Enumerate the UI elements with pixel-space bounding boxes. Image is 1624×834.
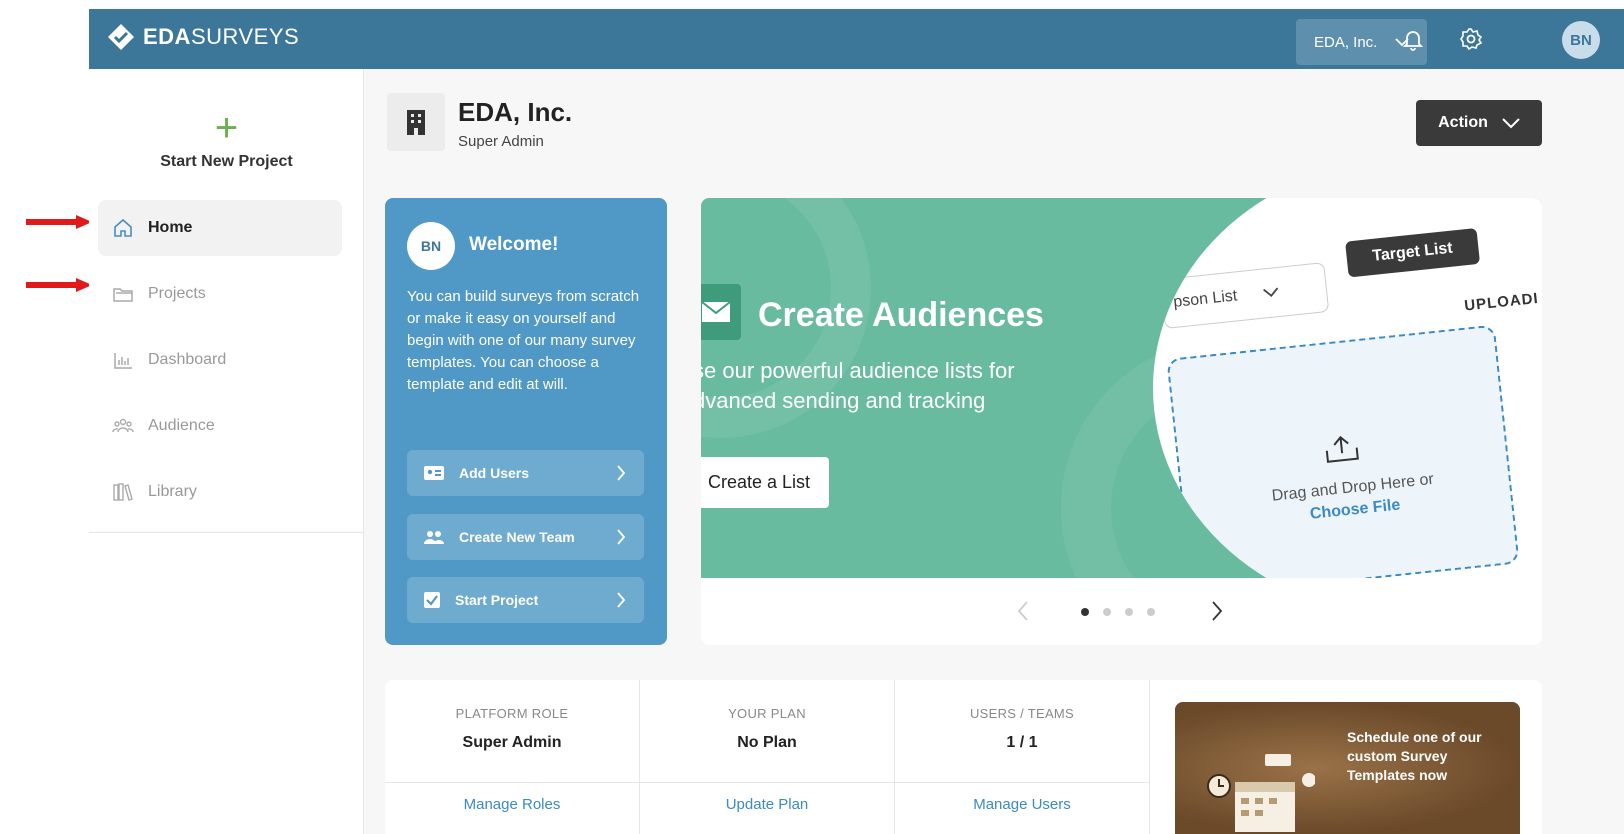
stats-panel: PLATFORM ROLE Super Admin Manage Roles Y… <box>385 680 1542 834</box>
logo-diamond-icon <box>108 24 134 50</box>
create-list-button[interactable]: Create a List <box>701 457 829 508</box>
sidebar-item-projects[interactable]: Projects <box>98 266 342 322</box>
sidebar-item-label: Library <box>148 483 197 500</box>
org-name: EDA, Inc. <box>458 97 573 127</box>
upload-heading: UPLOADI <box>1463 289 1540 315</box>
org-selector-label: EDA, Inc. <box>1314 33 1378 51</box>
start-new-project-button[interactable]: + Start New Project <box>89 106 364 171</box>
target-list-tag: Target List <box>1345 227 1481 278</box>
list-select-text: pson List <box>1172 287 1239 311</box>
chevron-right-icon <box>617 465 626 481</box>
upload-tray-icon <box>1325 435 1359 463</box>
chevron-down-icon <box>1502 117 1520 128</box>
annotation-arrow-home <box>26 215 92 229</box>
brand-logo[interactable]: EDASURVEYS <box>107 23 299 51</box>
add-users-button[interactable]: Add Users <box>407 450 644 496</box>
stat-users-teams: USERS / TEAMS 1 / 1 Manage Users <box>895 680 1150 834</box>
carousel-dots <box>1081 608 1155 616</box>
carousel-dot[interactable] <box>1147 608 1155 616</box>
welcome-text: You can build surveys from scratch or ma… <box>407 288 640 393</box>
create-new-team-label: Create New Team <box>459 529 575 545</box>
start-new-project-label: Start New Project <box>160 153 293 170</box>
feature-carousel: Create Audiences se our powerful audienc… <box>701 198 1542 645</box>
promo-text: Schedule one of our custom Survey Templa… <box>1347 729 1482 783</box>
home-icon <box>114 218 132 237</box>
gear-icon[interactable] <box>1459 27 1483 51</box>
carousel-dot[interactable] <box>1125 608 1133 616</box>
checkbox-icon <box>424 592 440 608</box>
welcome-card: BN Welcome! You can build surveys from s… <box>385 198 667 645</box>
stat-value: Super Admin <box>462 734 562 751</box>
sidebar-item-audience[interactable]: Audience <box>98 398 342 454</box>
chevron-down-icon <box>1263 287 1279 298</box>
bell-icon[interactable] <box>1401 27 1425 51</box>
stat-divider <box>895 782 1149 783</box>
schedule-templates-promo[interactable]: Schedule one of our custom Survey Templa… <box>1175 702 1520 834</box>
chevron-right-icon[interactable] <box>1211 600 1223 622</box>
id-card-icon <box>424 466 444 480</box>
chevron-left-icon[interactable] <box>1017 600 1029 622</box>
welcome-avatar: BN <box>407 222 455 270</box>
slide-subtitle: se our powerful audience lists for dvanc… <box>701 358 1015 413</box>
manage-users-link[interactable]: Manage Users <box>895 796 1149 813</box>
stat-value: No Plan <box>737 734 797 751</box>
list-select-illustration: pson List <box>1159 262 1330 330</box>
chevron-right-icon <box>617 529 626 545</box>
carousel-dot[interactable] <box>1103 608 1111 616</box>
add-users-label: Add Users <box>459 465 530 481</box>
welcome-title: Welcome! <box>469 234 559 255</box>
drop-text: Drag and Drop Here or Choose File <box>1242 466 1465 533</box>
user-avatar[interactable]: BN <box>1562 21 1600 59</box>
stat-value: 1 / 1 <box>1006 734 1038 751</box>
sidebar: + Start New Project Home Projects Dashbo… <box>89 69 364 834</box>
carousel-nav <box>701 578 1542 645</box>
brand-name: EDASURVEYS <box>143 24 300 49</box>
chevron-right-icon <box>617 592 626 608</box>
stat-divider <box>640 782 894 783</box>
stat-your-plan: YOUR PLAN No Plan Update Plan <box>640 680 895 834</box>
plus-icon: + <box>214 106 239 150</box>
action-label: Action <box>1438 114 1488 131</box>
start-project-button[interactable]: Start Project <box>407 577 644 623</box>
action-button[interactable]: Action <box>1416 100 1542 146</box>
start-project-label: Start Project <box>455 592 539 608</box>
create-new-team-button[interactable]: Create New Team <box>407 514 644 560</box>
sidebar-item-dashboard[interactable]: Dashboard <box>98 332 342 388</box>
slide-title: Create Audiences <box>758 296 1044 334</box>
bar-chart-icon <box>114 353 132 369</box>
building-icon <box>387 93 445 151</box>
manage-roles-link[interactable]: Manage Roles <box>385 796 639 813</box>
sidebar-item-library[interactable]: Library <box>98 464 342 520</box>
carousel-dot[interactable] <box>1081 608 1089 616</box>
stat-label: USERS / TEAMS <box>969 706 1075 721</box>
sidebar-item-label: Projects <box>148 285 206 302</box>
sidebar-item-label: Audience <box>148 417 215 434</box>
carousel-slide: Create Audiences se our powerful audienc… <box>701 198 1542 578</box>
update-plan-link[interactable]: Update Plan <box>640 796 894 813</box>
stat-platform-role: PLATFORM ROLE Super Admin Manage Roles <box>385 680 640 834</box>
sidebar-item-home[interactable]: Home <box>98 200 342 256</box>
sidebar-item-label: Dashboard <box>148 351 227 368</box>
upload-illustration: pson List Target List UPLOADI Drag and D… <box>1153 198 1542 578</box>
drop-zone-illustration: Drag and Drop Here or Choose File <box>1166 324 1520 578</box>
sidebar-divider <box>89 532 364 533</box>
annotation-arrow-projects <box>26 278 92 292</box>
people-icon <box>112 418 134 433</box>
calendar-illustration-icon <box>1207 754 1315 832</box>
stat-label: PLATFORM ROLE <box>455 706 569 721</box>
books-icon <box>113 483 133 501</box>
team-icon <box>424 531 444 544</box>
org-role: Super Admin <box>458 133 544 150</box>
stat-divider <box>385 782 639 783</box>
top-bar: EDASURVEYS EDA, Inc. BN <box>89 9 1624 69</box>
stat-label: YOUR PLAN <box>728 706 806 721</box>
sidebar-item-label: Home <box>148 219 193 236</box>
app-window: EDASURVEYS EDA, Inc. BN + Start New Proj… <box>89 9 1624 834</box>
mail-icon <box>701 284 741 340</box>
folder-icon <box>113 288 133 302</box>
